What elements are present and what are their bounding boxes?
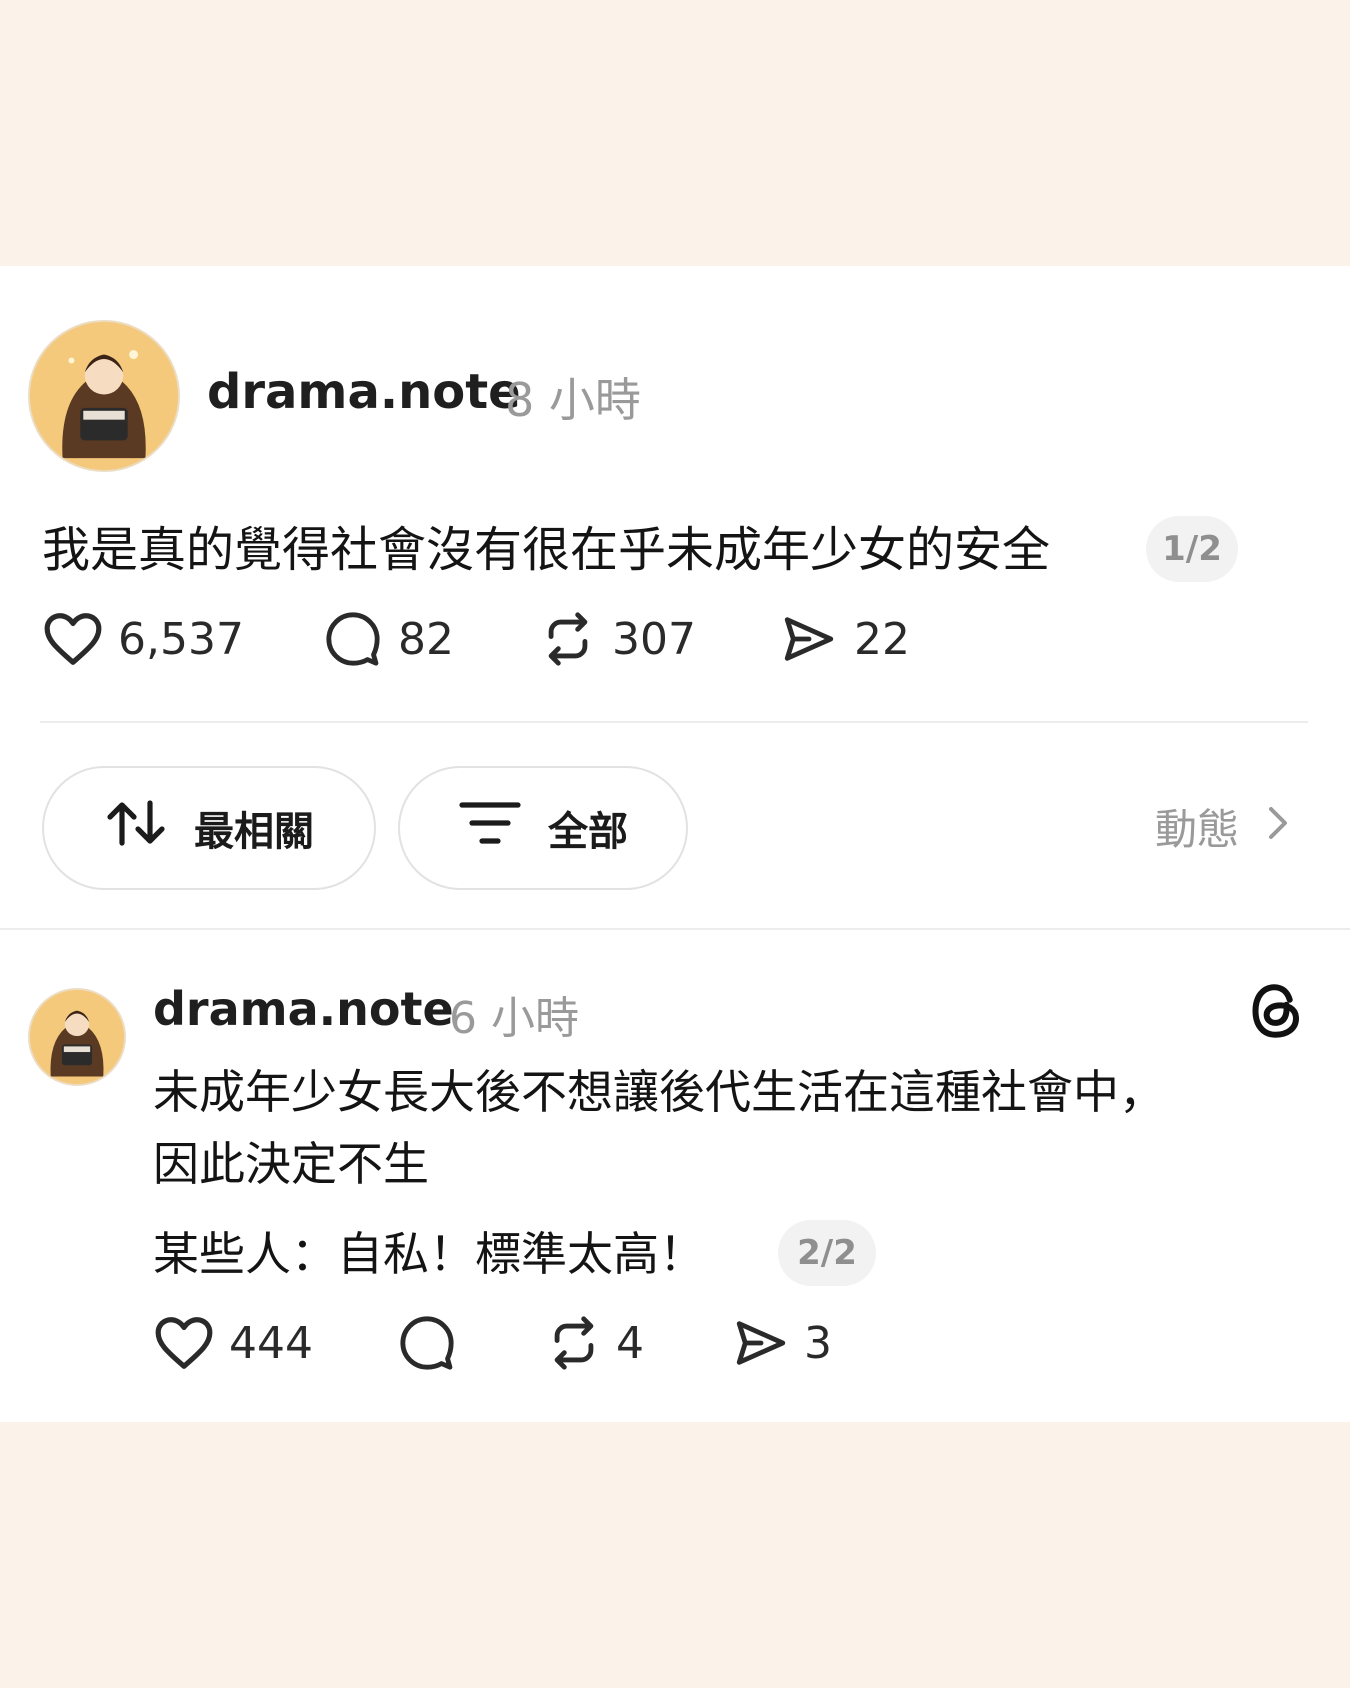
reply-time: 6 小時 [449,993,579,1044]
filter-chip[interactable]: 全部 [398,766,688,890]
post-like-count: 6,537 [118,613,244,665]
sort-chip[interactable]: 最相關 [42,766,376,890]
section-divider [0,928,1350,930]
chevron-right-icon [1267,802,1289,851]
reply-repost-button[interactable]: 4 [544,1314,644,1372]
post-comment-count: 82 [398,613,454,665]
reply-text-line1: 未成年少女長大後不想讓後代生活在這種社會中， [153,1065,1165,1119]
sort-label: 最相關 [194,809,314,855]
threads-post-card: drama.note 8 小時 我是真的覺得社會沒有很在乎未成年少女的安全 1/… [0,266,1350,1422]
threads-logo-icon[interactable] [1246,978,1306,1048]
repost-icon [544,1314,604,1372]
post-like-button[interactable]: 6,537 [42,610,244,668]
send-icon [732,1314,790,1372]
reply-pager: 2/2 [778,1220,876,1286]
reply-username[interactable]: drama.note [153,982,454,1036]
heart-icon [153,1314,215,1372]
post-divider [40,721,1308,723]
post-share-count: 22 [854,613,910,665]
post-avatar[interactable] [28,320,180,472]
post-text: 我是真的覺得社會沒有很在乎未成年少女的安全 [42,522,1051,578]
sort-arrows-icon [104,799,194,857]
activity-link[interactable]: 動態 [1155,796,1289,857]
reply-repost-count: 4 [616,1317,644,1369]
repost-icon [538,610,598,668]
reply-comment-button[interactable] [398,1314,472,1372]
activity-label: 動態 [1155,805,1240,854]
reply-like-button[interactable]: 444 [153,1314,313,1372]
reply-text-line3: 某些人：自私！標準太高！ [153,1227,705,1281]
comment-bubble-icon [324,610,382,668]
post-pager: 1/2 [1146,516,1238,582]
reply-like-count: 444 [229,1317,313,1369]
reply-share-button[interactable]: 3 [732,1314,832,1372]
post-time: 8 小時 [505,373,641,427]
post-repost-count: 307 [612,613,696,665]
post-username[interactable]: drama.note [207,364,521,420]
reply-avatar[interactable] [28,988,126,1086]
reply-share-count: 3 [804,1317,832,1369]
comment-bubble-icon [398,1314,456,1372]
post-comment-button[interactable]: 82 [324,610,454,668]
send-icon [780,610,838,668]
post-repost-button[interactable]: 307 [538,610,696,668]
post-share-button[interactable]: 22 [780,610,910,668]
reply-text-line2: 因此決定不生 [153,1137,429,1191]
filter-label: 全部 [548,809,628,855]
heart-icon [42,610,104,668]
filter-lines-icon [458,799,548,857]
